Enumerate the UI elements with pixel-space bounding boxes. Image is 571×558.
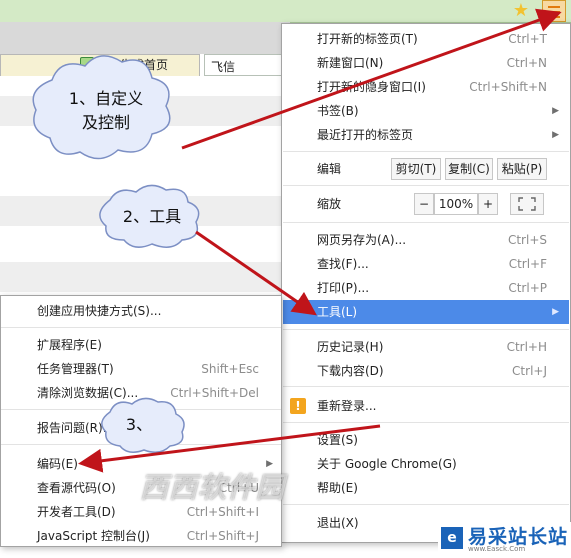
site-logo-icon: e [441,527,463,549]
callout-1-line2: 及控制 [81,113,130,132]
site-logo-url: www.Easck.Com [468,545,526,553]
callout-1-line1: 1、自定义 [68,89,144,108]
callout-2: 2、工具 [122,207,182,226]
arrow-1 [181,8,562,150]
annotation-layer [32,8,562,473]
arrow-2 [195,230,317,316]
callout-3: 3、 [125,415,153,434]
